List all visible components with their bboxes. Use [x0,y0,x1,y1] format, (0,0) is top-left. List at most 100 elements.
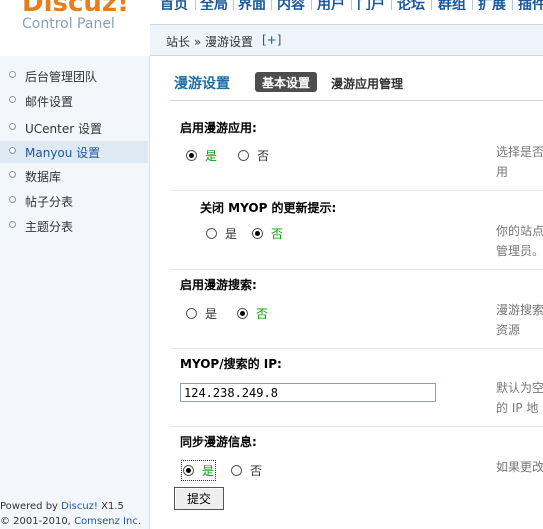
radio-yes[interactable]: 是 [180,460,217,481]
bullet-icon [9,123,16,130]
radio-unchecked-icon[interactable] [206,228,217,239]
bullet-icon [9,96,16,103]
nav-divider [431,0,432,10]
nav-divider [195,0,196,10]
radio-label: 是 [225,227,238,241]
bullet-icon [9,196,16,203]
tab-basic-settings[interactable]: 基本设置 [255,72,318,92]
description-line: 默认为空 [496,381,543,395]
main-content: 漫游设置 基本设置 漫游应用管理 启用漫游应用: 是 否 选择是否 用 关闭 M… [150,56,543,529]
radio-label: 否 [271,227,284,241]
bullet-icon [9,221,16,228]
sidebar-item-mail[interactable]: 邮件设置 [0,90,148,112]
nav-interface[interactable]: 界面 [238,0,266,10]
nav-extensions[interactable]: 扩展 [478,0,506,10]
radio-no[interactable]: 否 [252,225,283,242]
setting-description: 选择是否 用 [496,142,543,182]
bullet-icon [9,71,16,78]
radio-checked-icon[interactable] [252,228,263,239]
radio-label: 是 [205,149,218,163]
description-line: 用 [496,165,509,179]
radio-no[interactable]: 否 [237,305,268,322]
title-divider [170,100,543,101]
sidebar-item-label: 后台管理团队 [25,70,98,84]
radio-checked-icon[interactable] [186,150,197,161]
radio-unchecked-icon[interactable] [231,465,242,476]
description-line: 资源 [496,323,521,337]
nav-divider [472,0,473,10]
powered-by-text: Powered by [0,501,58,512]
radio-unchecked-icon[interactable] [238,150,249,161]
sidebar: 后台管理团队 邮件设置 UCenter 设置 Manyou 设置 数据库 帖子分… [0,56,150,529]
radio-label: 否 [250,464,263,478]
radio-no[interactable]: 否 [238,147,269,164]
page-title: 漫游设置 [174,76,230,92]
sidebar-item-label: 邮件设置 [25,95,74,109]
setting-description: 你的站点 管理员。 [496,221,543,261]
setting-enable-apps: 启用漫游应用: 是 否 选择是否 用 [170,112,543,191]
nav-divider [391,0,392,10]
radio-yes[interactable]: 是 [206,225,237,242]
radio-yes[interactable]: 是 [186,147,217,164]
nav-plugins[interactable]: 插件 [518,0,543,10]
setting-label: 关闭 MYOP 的更新提示: [200,201,337,215]
description-line: 你的站点 [496,224,543,238]
submit-button[interactable]: 提交 [174,487,224,510]
description-line: 的 IP 地 [496,401,539,415]
setting-enable-search: 启用漫游搜索: 是 否 漫游搜索 资源 [170,270,543,349]
setting-close-myop-notice: 关闭 MYOP 的更新提示: 是 否 你的站点 管理员。 [170,191,543,270]
description-line: 选择是否 [496,145,543,159]
sidebar-item-label: Manyou 设置 [25,146,101,160]
nav-divider [233,0,234,10]
radio-checked-icon[interactable] [237,308,248,319]
nav-divider [351,0,352,10]
add-shortcut-button[interactable]: [+] [262,33,281,47]
sidebar-item-label: 数据库 [25,170,62,184]
discuz-link[interactable]: Discuz! [61,501,98,512]
setting-label: 同步漫游信息: [180,435,257,449]
sidebar-item-label: UCenter 设置 [25,122,102,136]
ip-input[interactable] [180,383,436,402]
brand-area: Discuz! Control Panel [0,0,150,56]
sidebar-item-ucenter[interactable]: UCenter 设置 [0,117,148,139]
radio-no[interactable]: 否 [231,462,262,479]
copyright: © 2001-2010, Comsenz Inc. [0,516,141,527]
nav-users[interactable]: 用户 [317,0,345,10]
nav-divider [311,0,312,10]
radio-unchecked-icon[interactable] [186,308,197,319]
setting-myop-ip: MYOP/搜索的 IP: 默认为空 的 IP 地 [170,349,543,427]
setting-description: 如果更改 [496,457,543,477]
nav-portal[interactable]: 门户 [357,0,385,10]
sidebar-item-admin-team[interactable]: 后台管理团队 [0,65,148,87]
nav-divider [512,0,513,10]
top-navigation: 首页 全局 界面 内容 用户 门户 论坛 群组 扩展 插件 [150,0,543,10]
nav-groups[interactable]: 群组 [438,0,466,10]
setting-description: 默认为空 的 IP 地 [496,378,543,418]
setting-label: MYOP/搜索的 IP: [180,357,282,371]
sidebar-item-label: 帖子分表 [25,195,74,209]
tab-app-management[interactable]: 漫游应用管理 [331,75,403,92]
breadcrumb: 站长 » 漫游设置 [+] [150,24,543,56]
nav-content[interactable]: 内容 [277,0,305,10]
setting-sync-info: 同步漫游信息: 是 否 如果更改 [170,427,543,483]
radio-label: 否 [257,149,270,163]
sidebar-item-database[interactable]: 数据库 [0,165,148,187]
sidebar-item-label: 主题分表 [25,220,74,234]
sidebar-item-manyou[interactable]: Manyou 设置 [0,141,148,163]
radio-checked-icon[interactable] [183,465,194,476]
nav-divider [271,0,272,10]
comsenz-link[interactable]: Comsenz Inc. [74,516,141,527]
powered-by: Powered by Discuz! X1.5 [0,501,124,512]
nav-global[interactable]: 全局 [200,0,228,10]
nav-home[interactable]: 首页 [160,0,188,10]
sidebar-item-thread-tables[interactable]: 主题分表 [0,215,148,237]
setting-label: 启用漫游搜索: [180,278,257,292]
copyright-text: © 2001-2010, [0,516,71,527]
sidebar-item-post-tables[interactable]: 帖子分表 [0,190,148,212]
radio-label: 否 [256,307,269,321]
description-line: 管理员。 [496,244,543,258]
nav-forum[interactable]: 论坛 [397,0,425,10]
radio-label: 是 [202,464,215,478]
radio-yes[interactable]: 是 [186,305,217,322]
control-panel-subtitle: Control Panel [22,16,115,32]
